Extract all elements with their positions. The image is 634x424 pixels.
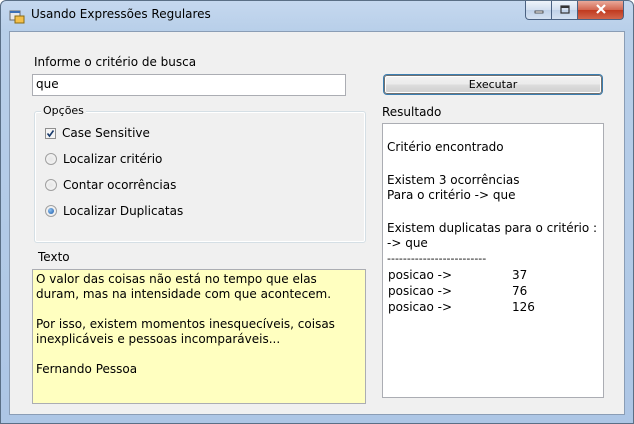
search-input[interactable]: que [32,74,346,96]
case-sensitive-checkbox[interactable]: Case Sensitive [45,126,150,140]
position-value: 76 [512,284,528,298]
maximize-button[interactable] [552,1,578,20]
position-row: posicao -> 126 [388,300,588,315]
resultado-separator: ------------------------- [387,252,487,265]
title-bar[interactable]: Usando Expressões Regulares [1,1,633,31]
radio-label: Localizar critério [63,152,163,166]
resultado-line: -> que [387,236,428,250]
executar-button[interactable]: Executar [384,75,602,94]
radio-localizar-duplicatas[interactable]: Localizar Duplicatas [45,204,183,218]
form-icon [9,8,25,24]
texto-textarea[interactable]: O valor das coisas não está no tempo que… [32,269,366,404]
options-groupbox: Opções Case Sensitive Localizar critério… [34,104,366,243]
radio-localizar-criterio[interactable]: Localizar critério [45,152,162,166]
radio-unselected-icon [45,179,57,191]
options-legend: Opções [41,104,86,117]
resultado-line: Existem 3 ocorrências [387,173,520,187]
app-window: Usando Expressões Regulares Informe o cr… [0,0,634,424]
radio-contar-ocorrencias[interactable]: Contar ocorrências [45,178,176,192]
case-sensitive-label: Case Sensitive [62,126,150,140]
radio-label: Localizar Duplicatas [63,204,184,218]
search-label: Informe o critério de busca [34,55,197,69]
maximize-icon [559,3,570,17]
resultado-line: Critério encontrado [387,140,504,154]
form-client-area: Informe o critério de busca que Opções C… [9,31,625,415]
close-button[interactable] [578,1,624,20]
position-row: posicao -> 76 [388,284,588,299]
position-label: posicao -> [388,300,453,314]
position-label: posicao -> [388,284,453,298]
checkbox-checked-icon [45,127,56,139]
texto-label: Texto [38,250,70,264]
position-row: posicao -> 37 [388,268,588,283]
resultado-line: Para o critério -> que [387,188,516,202]
minimize-icon [534,3,544,17]
resultado-line: Existem duplicatas para o critério : [387,221,598,235]
position-value: 37 [512,268,528,282]
radio-unselected-icon [45,153,57,165]
radio-label: Contar ocorrências [63,178,177,192]
radio-selected-icon [45,205,57,217]
position-label: posicao -> [388,268,453,282]
position-value: 126 [512,300,535,314]
resultado-output: Critério encontrado Existem 3 ocorrência… [382,123,604,398]
window-title: Usando Expressões Regulares [31,7,211,21]
close-icon [595,3,607,17]
resultado-label: Resultado [382,105,442,119]
minimize-button[interactable] [525,1,552,20]
